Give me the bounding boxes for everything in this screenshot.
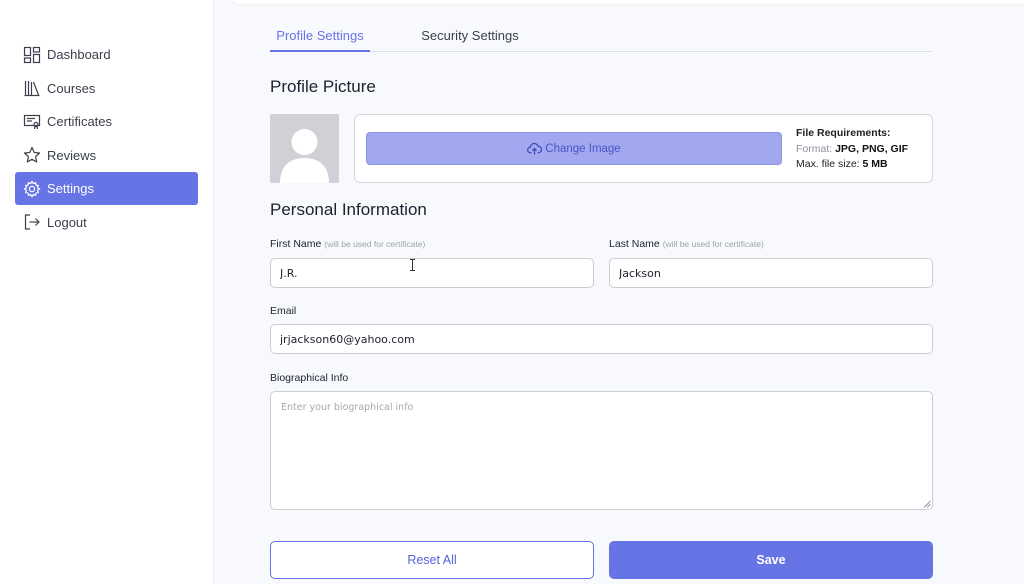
- profile-picture-title: Profile Picture: [270, 77, 376, 96]
- user-placeholder-icon: [280, 129, 329, 183]
- sidebar-item-label: Reviews: [47, 147, 97, 163]
- logout-icon: [23, 213, 41, 231]
- cloud-upload-icon: [527, 142, 543, 155]
- email-label: Email: [270, 305, 297, 317]
- image-upload-panel: Change Image File Requirements: Format: …: [354, 114, 933, 183]
- tab-security-settings[interactable]: Security Settings: [420, 23, 520, 52]
- sidebar-item-courses[interactable]: Courses: [15, 72, 198, 105]
- main-content: Profile Settings Security Settings Profi…: [214, 0, 1024, 584]
- change-image-button[interactable]: Change Image: [366, 132, 782, 165]
- dashboard-icon: [23, 46, 41, 64]
- change-image-label: Change Image: [545, 142, 621, 155]
- first-name-label: First Name (will be used for certificate…: [270, 238, 426, 250]
- sidebar-item-label: Dashboard: [47, 47, 111, 62]
- sidebar-item-label: Courses: [47, 80, 96, 96]
- sidebar-item-label: Settings: [47, 181, 94, 197]
- sidebar-item-settings[interactable]: Settings: [15, 172, 198, 206]
- last-name-input[interactable]: [609, 258, 933, 288]
- sidebar-item-label: Logout: [47, 214, 87, 230]
- certificate-icon: [23, 113, 41, 131]
- requirements-heading: File Requirements:: [796, 127, 891, 139]
- file-requirements: File Requirements: Format: JPG, PNG, GIF…: [796, 126, 908, 173]
- save-button[interactable]: Save: [609, 541, 933, 579]
- tab-profile-settings[interactable]: Profile Settings: [270, 23, 370, 52]
- email-field[interactable]: [270, 324, 933, 354]
- gear-icon: [23, 180, 41, 198]
- reset-all-button[interactable]: Reset All: [270, 541, 594, 579]
- requirements-size: Max. file size: 5 MB: [796, 158, 888, 170]
- sidebar-item-dashboard[interactable]: Dashboard: [15, 38, 198, 71]
- sidebar-item-certificates[interactable]: Certificates: [15, 105, 198, 138]
- sidebar-item-label: Certificates: [47, 114, 113, 130]
- requirements-format: Format: JPG, PNG, GIF: [796, 142, 909, 155]
- personal-information-title: Personal Information: [270, 200, 427, 219]
- avatar: [270, 114, 339, 183]
- books-icon: [23, 79, 41, 97]
- first-name-input[interactable]: [270, 258, 594, 288]
- resize-grip-icon[interactable]: [923, 500, 931, 508]
- last-name-label: Last Name (will be used for certificate): [609, 238, 764, 250]
- bio-label: Biographical Info: [270, 372, 349, 384]
- sidebar-item-logout[interactable]: Logout: [15, 206, 198, 239]
- bio-textarea[interactable]: [270, 391, 933, 510]
- sidebar-nav: Dashboard Courses Certificates Reviews S…: [15, 38, 198, 240]
- header-strip: [234, 0, 1024, 4]
- settings-tabs: Profile Settings Security Settings: [270, 23, 932, 52]
- star-icon: [23, 146, 41, 164]
- sidebar: Dashboard Courses Certificates Reviews S…: [0, 0, 214, 584]
- text-cursor-icon: [410, 259, 415, 271]
- sidebar-item-reviews[interactable]: Reviews: [15, 139, 198, 172]
